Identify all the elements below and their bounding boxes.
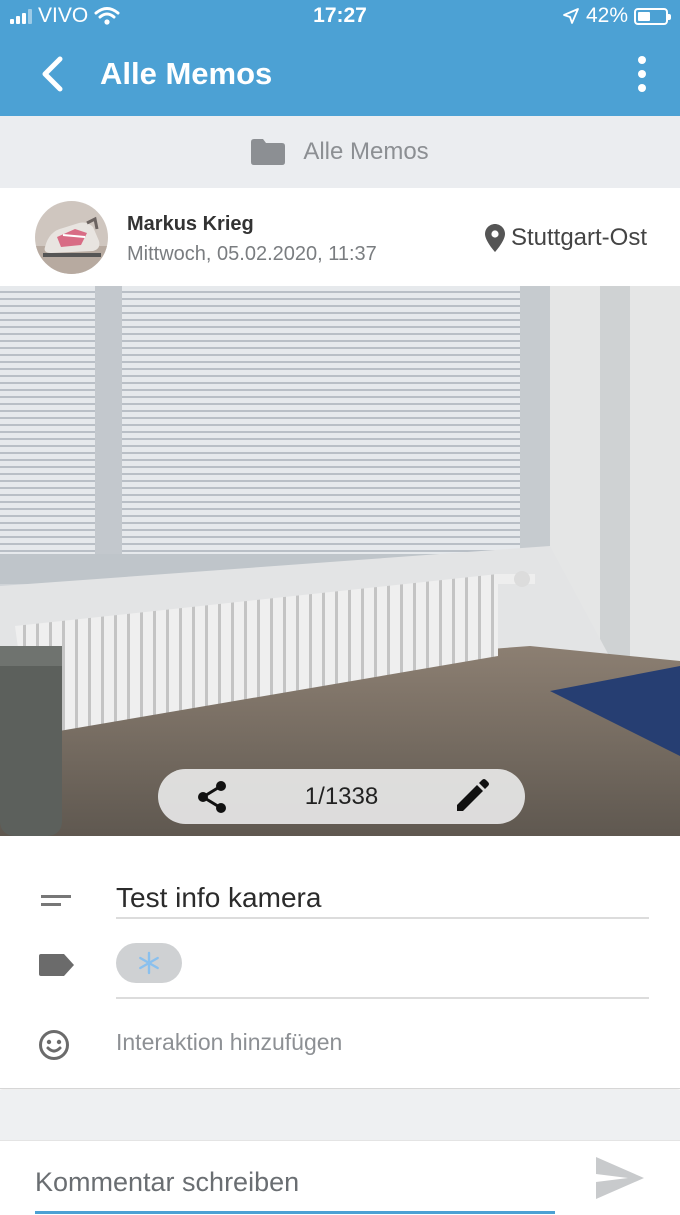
- comment-input[interactable]: Kommentar schreiben: [35, 1167, 299, 1198]
- chevron-left-icon: [42, 56, 63, 92]
- notes-icon: [41, 895, 71, 906]
- avatar-image: [35, 201, 108, 274]
- folder-icon: [251, 139, 286, 165]
- dot-icon: [638, 70, 646, 78]
- pencil-icon: [457, 779, 489, 811]
- page-title: Alle Memos: [100, 56, 273, 91]
- tag-icon: [39, 954, 74, 976]
- photo-image: [0, 286, 680, 836]
- memo-details: Test info kamera Interaktion hinzufügen: [0, 836, 680, 1089]
- memo-author-row: Markus Krieg Mittwoch, 05.02.2020, 11:37…: [0, 188, 680, 286]
- photo-controls: 1/1338: [158, 769, 525, 824]
- send-button[interactable]: [594, 1155, 646, 1201]
- status-right: 42%: [562, 4, 671, 28]
- location-link[interactable]: Stuttgart-Ost: [484, 224, 647, 252]
- back-button[interactable]: [28, 48, 76, 100]
- location-label: Stuttgart-Ost: [510, 224, 647, 251]
- folder-selector[interactable]: Alle Memos: [0, 116, 680, 188]
- comment-bar: Kommentar schreiben: [0, 1140, 680, 1215]
- divider: [116, 917, 649, 919]
- dot-icon: [638, 84, 646, 92]
- add-interaction-link[interactable]: Interaktion hinzufügen: [116, 1029, 342, 1056]
- edit-button[interactable]: [451, 777, 491, 817]
- battery-percent: 42%: [585, 4, 628, 27]
- send-icon: [596, 1157, 644, 1199]
- memo-text[interactable]: Test info kamera: [116, 882, 321, 914]
- avatar[interactable]: [35, 201, 108, 274]
- location-arrow-icon: [563, 8, 579, 24]
- more-menu-button[interactable]: [618, 50, 666, 98]
- header: Alle Memos: [0, 34, 680, 116]
- smiley-icon: [39, 1030, 69, 1060]
- folder-name: Alle Memos: [303, 138, 429, 165]
- snowflake-icon: [139, 951, 159, 975]
- memo-photo[interactable]: 1/1338: [0, 286, 680, 836]
- tag-chip[interactable]: [116, 943, 182, 983]
- memo-date: Mittwoch, 05.02.2020, 11:37: [127, 243, 377, 265]
- dot-icon: [638, 56, 646, 64]
- map-pin-icon: [484, 224, 505, 252]
- spacer: [0, 1090, 680, 1140]
- battery-icon: [634, 7, 671, 25]
- author-name: Markus Krieg: [127, 213, 254, 235]
- divider: [116, 997, 649, 999]
- app-bar: VIVO 17:27 42% Alle Memos: [0, 0, 680, 116]
- status-bar: VIVO 17:27 42%: [0, 0, 680, 34]
